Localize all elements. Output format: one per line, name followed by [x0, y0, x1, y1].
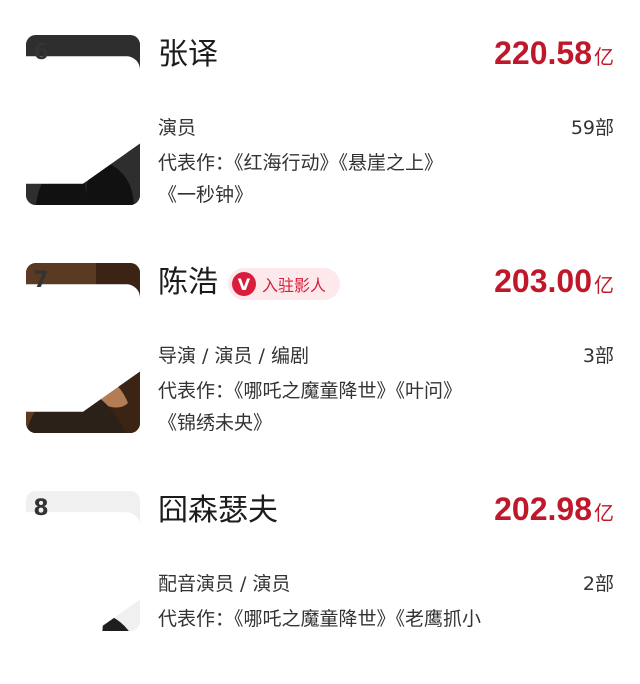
rank-number: 8 — [33, 496, 49, 521]
verified-v-icon: V — [232, 272, 256, 296]
actor-photo[interactable]: 8 — [26, 491, 140, 631]
box-office-value: 220.58 — [494, 35, 592, 71]
person-name[interactable]: 囧森瑟夫 — [158, 491, 278, 531]
box-office: 202.98 亿 — [494, 489, 614, 534]
work-count: 3部 — [582, 345, 614, 367]
box-office: 203.00 亿 — [494, 261, 614, 306]
rank-number: 7 — [33, 268, 49, 293]
person-name[interactable]: 陈浩 — [158, 263, 218, 303]
box-office-value: 202.98 — [494, 491, 592, 527]
box-office-unit: 亿 — [594, 275, 614, 297]
works-line: 《锦绣未央》 — [158, 412, 273, 434]
ranking-card-7[interactable]: 7 陈浩 V 入驻影人 203.00 亿 导演 / 演员 / 编剧 3部 代表作：… — [0, 228, 640, 456]
works-line: 代表作：《红海行动》《悬崖之上》 — [158, 152, 444, 174]
role-text: 导演 / 演员 / 编剧 — [158, 345, 309, 367]
work-count: 2部 — [582, 573, 614, 595]
ranking-card-6[interactable]: 6 张译 220.58 亿 演员 59部 代表作：《红海行动》《悬崖之上》 《一秒… — [0, 0, 640, 228]
actor-photo[interactable]: 6 — [26, 35, 140, 205]
role-text: 演员 — [158, 117, 197, 139]
actor-photo[interactable]: 7 — [26, 263, 140, 433]
work-count: 59部 — [570, 117, 614, 139]
role-text: 配音演员 / 演员 — [158, 573, 291, 595]
rank-badge: 6 — [26, 35, 140, 184]
rank-badge: 7 — [26, 263, 140, 412]
rank-badge: 8 — [26, 491, 140, 631]
verified-filmmaker-badge: V 入驻影人 — [228, 268, 341, 300]
person-name[interactable]: 张译 — [158, 35, 218, 75]
representative-works: 代表作：《红海行动》《悬崖之上》 《一秒钟》 — [158, 147, 558, 211]
rank-number: 6 — [33, 40, 49, 65]
works-line: 代表作：《哪吒之魔童降世》《叶问》 — [158, 380, 463, 402]
box-office-unit: 亿 — [594, 503, 614, 525]
badge-label: 入驻影人 — [262, 276, 327, 295]
box-office-unit: 亿 — [594, 47, 614, 69]
ranking-card-8[interactable]: 8 囧森瑟夫 202.98 亿 配音演员 / 演员 2部 代表作：《哪吒之魔童降世… — [0, 456, 640, 684]
works-line: 《一秒钟》 — [158, 184, 254, 206]
representative-works: 代表作：《哪吒之魔童降世》《叶问》 《锦绣未央》 — [158, 375, 558, 439]
box-office: 220.58 亿 — [494, 33, 614, 78]
box-office-value: 203.00 — [494, 263, 592, 299]
works-line: 代表作：《哪吒之魔童降世》《老鹰抓小 — [158, 608, 482, 630]
representative-works: 代表作：《哪吒之魔童降世》《老鹰抓小 — [158, 603, 558, 635]
